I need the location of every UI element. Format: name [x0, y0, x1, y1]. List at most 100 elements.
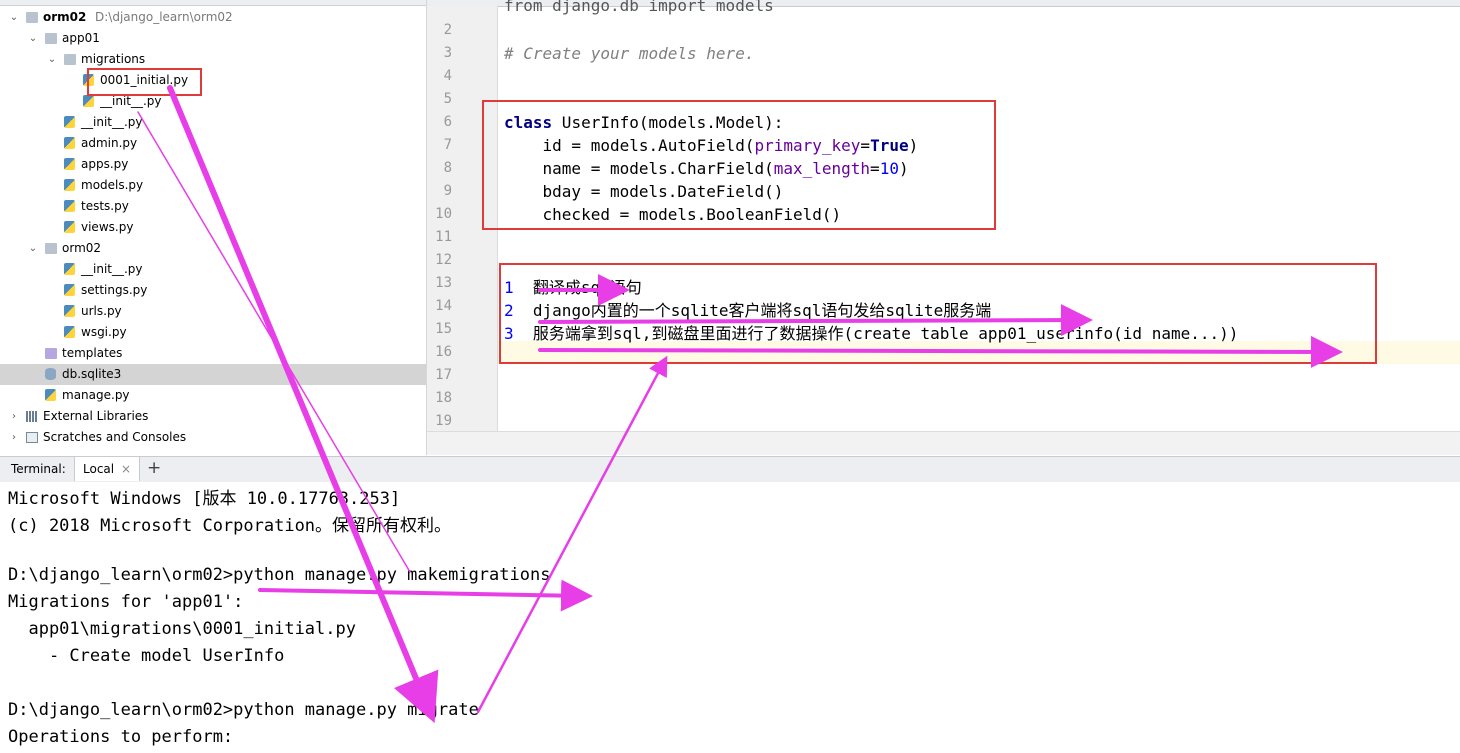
code-line-1: from django.db import models [504, 0, 774, 15]
tree-item-label: migrations [81, 52, 146, 66]
tree-item-label: Scratches and Consoles [43, 430, 187, 444]
tree-item[interactable]: ⌄ app01 [0, 28, 426, 49]
code-comment-line: # Create your models here. [504, 44, 755, 63]
python-file-icon [83, 95, 94, 107]
tree-item-label: orm02 [43, 10, 87, 24]
tree-item[interactable]: urls.py [0, 301, 426, 322]
python-file-icon [64, 116, 75, 128]
terminal-line: Operations to perform: [8, 727, 234, 747]
tree-item[interactable]: admin.py [0, 133, 426, 154]
tree-item[interactable]: ⌄ orm02 D:\django_learn\orm02 [0, 7, 426, 28]
python-file-icon [64, 326, 75, 338]
project-path: D:\django_learn\orm02 [95, 10, 233, 24]
terminal-title: Terminal: [11, 462, 66, 476]
tree-item[interactable]: __init__.py [0, 91, 426, 112]
chevron-down-icon[interactable]: ⌄ [27, 238, 39, 259]
tree-item[interactable]: 0001_initial.py [0, 70, 426, 91]
highlight-box-notes [499, 263, 1377, 364]
chevron-down-icon[interactable]: ⌄ [46, 49, 58, 70]
chevron-down-icon[interactable]: ⌄ [8, 7, 20, 28]
tree-item-label: apps.py [81, 157, 129, 171]
chevron-right-icon[interactable]: › [8, 406, 20, 427]
tree-item[interactable]: __init__.py [0, 112, 426, 133]
tree-item[interactable]: › External Libraries [0, 406, 426, 427]
tree-item[interactable]: settings.py [0, 280, 426, 301]
line-number: 7 [443, 137, 452, 153]
add-terminal-icon[interactable]: + [147, 458, 161, 478]
python-file-icon [64, 179, 75, 191]
highlight-box-migration-file [87, 68, 202, 96]
terminal-toolbar: Terminal: Local × + [0, 456, 1460, 483]
terminal-tab-local[interactable]: Local × [74, 457, 140, 481]
terminal-line: Microsoft Windows [版本 10.0.17763.253] [8, 489, 401, 509]
terminal-line: app01\migrations\0001_initial.py [8, 619, 356, 639]
line-number: 3 [443, 45, 452, 61]
project-panel-header [0, 0, 426, 6]
line-number: 19 [435, 413, 452, 429]
folder-icon [45, 243, 57, 254]
tree-item[interactable]: › Scratches and Consoles [0, 427, 426, 448]
tree-item[interactable]: models.py [0, 175, 426, 196]
folder-icon [45, 33, 57, 44]
line-number: 16 [435, 344, 452, 360]
tree-item-label: views.py [81, 220, 134, 234]
close-tab-icon[interactable]: × [121, 462, 131, 476]
terminal-line: - Create model UserInfo [8, 646, 285, 666]
python-file-icon [64, 221, 75, 233]
tree-item-label: admin.py [81, 136, 138, 150]
tree-item-label: templates [62, 346, 123, 360]
line-number: 18 [435, 390, 452, 406]
tree-item-label: tests.py [81, 199, 129, 213]
highlight-box-model-class [482, 100, 996, 230]
tree-item-label: app01 [62, 31, 100, 45]
tree-item[interactable]: ⌄ orm02 [0, 238, 426, 259]
line-number: 11 [435, 229, 452, 245]
tree-item-label: models.py [81, 178, 144, 192]
terminal-line: (c) 2018 Microsoft Corporation。保留所有权利。 [8, 516, 452, 536]
tree-item-label: manage.py [62, 388, 130, 402]
line-number: 6 [443, 114, 452, 130]
python-file-icon [64, 305, 75, 317]
tree-item-label: urls.py [81, 304, 122, 318]
line-number: 13 [435, 275, 452, 291]
python-file-icon [64, 200, 75, 212]
line-number: 9 [443, 183, 452, 199]
tree-item[interactable]: db.sqlite3 [0, 364, 426, 385]
tree-item[interactable]: ⌄ migrations [0, 49, 426, 70]
folder-icon [26, 12, 38, 23]
tree-item-label: External Libraries [43, 409, 149, 423]
chevron-down-icon[interactable]: ⌄ [27, 28, 39, 49]
line-number: 12 [435, 252, 452, 268]
python-file-icon [45, 389, 56, 401]
tree-item[interactable]: apps.py [0, 154, 426, 175]
tree-item[interactable]: tests.py [0, 196, 426, 217]
line-number: 15 [435, 321, 452, 337]
chevron-right-icon[interactable]: › [8, 427, 20, 448]
tree-item-label: __init__.py [81, 115, 143, 129]
scratches-icon [26, 432, 38, 443]
python-file-icon [64, 284, 75, 296]
tree-item-label: settings.py [81, 283, 148, 297]
tree-item[interactable]: __init__.py [0, 259, 426, 280]
terminal-output[interactable]: Microsoft Windows [版本 10.0.17763.253] (c)… [0, 482, 1460, 753]
line-number: 17 [435, 367, 452, 383]
tree-item[interactable]: templates [0, 343, 426, 364]
tree-item[interactable]: views.py [0, 217, 426, 238]
python-file-icon [64, 137, 75, 149]
templates-folder-icon [45, 348, 57, 359]
code-editor[interactable]: 2 3 4 5 6 7 8 9 10 11 12 13 14 15 16 17 18 19 from django… [427, 0, 1460, 455]
line-number: 14 [435, 298, 452, 314]
terminal-line: D:\django_learn\orm02>python manage.py m… [8, 700, 479, 720]
line-number: 5 [443, 91, 452, 107]
python-file-icon [64, 158, 75, 170]
tree-item-label: __init__.py [81, 262, 143, 276]
terminal-line: D:\django_learn\orm02>python manage.py m… [8, 565, 551, 585]
tree-item-label: orm02 [62, 241, 102, 255]
terminal-tab-label: Local [83, 462, 115, 476]
library-icon [26, 411, 38, 422]
terminal-line: Migrations for 'app01': [8, 592, 244, 612]
tree-item[interactable]: wsgi.py [0, 322, 426, 343]
tree-item[interactable]: manage.py [0, 385, 426, 406]
python-file-icon [64, 263, 75, 275]
tree-item-label: wsgi.py [81, 325, 127, 339]
